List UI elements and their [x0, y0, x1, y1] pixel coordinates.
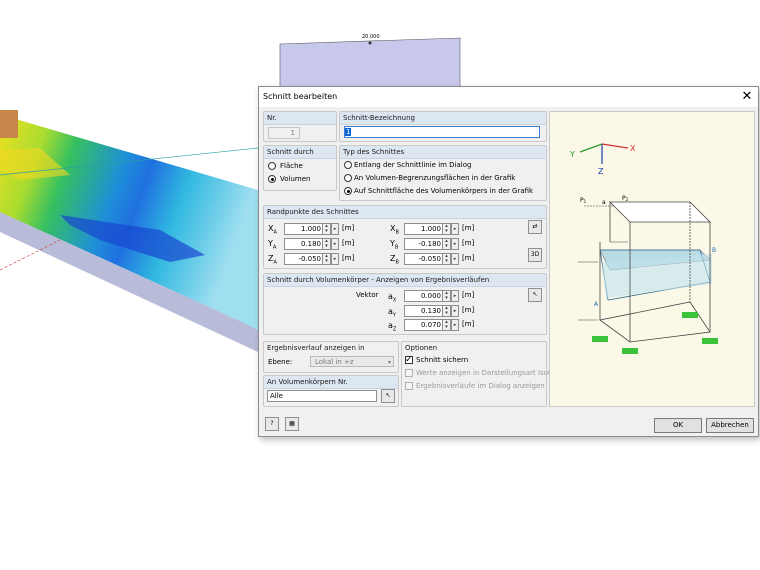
- axis-x-label: X: [630, 144, 636, 153]
- solids-group: An Volumenkörpern Nr. Alle ↖: [263, 375, 399, 407]
- az-pick-button[interactable]: ▸: [451, 319, 459, 331]
- yb-input[interactable]: -0.180: [404, 238, 444, 250]
- nr-label: Nr.: [267, 114, 277, 122]
- point-a-label: A: [594, 301, 599, 308]
- yb-pick-button[interactable]: ▸: [451, 238, 459, 250]
- radio-volume[interactable]: [268, 175, 276, 183]
- edit-section-dialog: Schnitt bearbeiten ✕ Nr. 1 Schnitt-Bezei…: [258, 86, 759, 437]
- ya-input[interactable]: 0.180: [284, 238, 324, 250]
- dialog-title: Schnitt bearbeiten: [263, 92, 338, 101]
- vector-label: Vektor: [356, 291, 379, 299]
- zb-spinner[interactable]: ▴ ▾: [442, 253, 451, 265]
- ay-input[interactable]: 0.130: [404, 305, 444, 317]
- radio-surface-label: Fläche: [280, 162, 303, 170]
- section-through-group: Schnitt durch Fläche Volumen: [263, 145, 337, 191]
- save-section-checkbox[interactable]: [405, 354, 413, 366]
- xa-input[interactable]: 1.000: [284, 223, 324, 235]
- ok-button[interactable]: OK: [654, 418, 702, 433]
- pick-solids-icon[interactable]: ↖: [381, 389, 395, 403]
- section-name-input[interactable]: 1: [344, 126, 540, 138]
- solids-input[interactable]: Alle: [267, 390, 377, 402]
- section-type-group: Typ des Schnittes Entlang der Schnittlin…: [339, 145, 547, 201]
- dialog-diagrams-label: Ergebnisverläufe im Dialog anzeigen: [416, 382, 545, 390]
- support-block: [0, 110, 18, 138]
- section-through-label: Schnitt durch: [267, 148, 314, 156]
- dialog-diagrams-checkbox[interactable]: [405, 382, 413, 390]
- isolines-label: Werte anzeigen in Darstellungsart Isolin…: [416, 369, 567, 377]
- save-section-label: Schnitt sichern: [416, 356, 469, 364]
- zb-input[interactable]: -0.050: [404, 253, 444, 265]
- xb-pick-button[interactable]: ▸: [451, 223, 459, 235]
- za-spinner[interactable]: ▴ ▾: [322, 253, 331, 265]
- za-pick-button[interactable]: ▸: [331, 253, 339, 265]
- za-input[interactable]: -0.050: [284, 253, 324, 265]
- axis-z-label: Z: [598, 167, 604, 176]
- pick-vector-icon[interactable]: ↖: [528, 288, 542, 302]
- radio-boundary-surfaces[interactable]: [344, 174, 352, 182]
- radio-section-plane[interactable]: [344, 187, 352, 195]
- section-type-label: Typ des Schnittes: [343, 148, 405, 156]
- units-icon[interactable]: ▦: [285, 417, 299, 431]
- options-label: Optionen: [405, 344, 438, 352]
- options-group: Optionen Schnitt sichern Werte anzeigen …: [401, 341, 567, 407]
- zb-pick-button[interactable]: ▸: [451, 253, 459, 265]
- ax-pick-button[interactable]: ▸: [451, 290, 459, 302]
- volume-section-group: Schnitt durch Volumenkörper - Anzeigen v…: [263, 273, 547, 335]
- radio-section-plane-label: Auf Schnittfläche des Volumenkörpers in …: [354, 187, 534, 195]
- nr-field: 1: [268, 127, 300, 139]
- cancel-button[interactable]: Abbrechen: [706, 418, 754, 433]
- radio-surface[interactable]: [268, 162, 276, 170]
- preview-panel: X Y Z P1 P2 a A B: [549, 111, 755, 407]
- p1-label: P1: [580, 197, 587, 204]
- pick-3d-icon[interactable]: 3D: [528, 248, 542, 262]
- plane-label: Ebene:: [268, 358, 293, 366]
- preview-diagram: X Y Z P1 P2 a A B: [569, 143, 718, 354]
- result-value-label: 20.000: [362, 34, 380, 40]
- close-icon[interactable]: ✕: [740, 89, 754, 104]
- yb-spinner[interactable]: ▴ ▾: [442, 238, 451, 250]
- solids-label: An Volumenkörpern Nr.: [267, 378, 348, 386]
- boundary-points-group: Randpunkte des Schnittes XA 1.000 ▴ ▾ ▸ […: [263, 205, 547, 269]
- xa-pick-button[interactable]: ▸: [331, 223, 339, 235]
- volume-section-label: Schnitt durch Volumenkörper - Anzeigen v…: [267, 276, 490, 284]
- xa-spinner[interactable]: ▴ ▾: [322, 223, 331, 235]
- boundary-points-label: Randpunkte des Schnittes: [267, 208, 359, 216]
- axis-y-label: Y: [569, 150, 575, 159]
- radio-along-line-label: Entlang der Schnittlinie im Dialog: [354, 161, 472, 169]
- swap-points-icon[interactable]: ⇄: [528, 220, 542, 234]
- isolines-checkbox[interactable]: [405, 369, 413, 377]
- az-input[interactable]: 0.070: [404, 319, 444, 331]
- ax-spinner[interactable]: ▴ ▾: [442, 290, 451, 302]
- result-diagram-label: Ergebnisverlauf anzeigen in: [267, 344, 365, 352]
- ya-pick-button[interactable]: ▸: [331, 238, 339, 250]
- ax-input[interactable]: 0.000: [404, 290, 444, 302]
- plane-select: Lokal in +z ▾: [310, 356, 394, 367]
- radio-along-line[interactable]: [344, 161, 352, 169]
- section-name-label: Schnitt-Bezeichnung: [343, 114, 415, 122]
- az-spinner[interactable]: ▴ ▾: [442, 319, 451, 331]
- dialog-titlebar: Schnitt bearbeiten ✕: [259, 87, 758, 107]
- xb-input[interactable]: 1.000: [404, 223, 444, 235]
- result-diagram-group: Ergebnisverlauf anzeigen in Ebene: Lokal…: [263, 341, 399, 373]
- ya-spinner[interactable]: ▴ ▾: [322, 238, 331, 250]
- help-icon[interactable]: ?: [265, 417, 279, 431]
- radio-volume-label: Volumen: [280, 175, 311, 183]
- p2-label: P2: [622, 195, 629, 202]
- point-b-label: B: [712, 247, 716, 254]
- ay-spinner[interactable]: ▴ ▾: [442, 305, 451, 317]
- radio-boundary-surfaces-label: An Volumen-Begrenzungsflächen in der Gra…: [354, 174, 516, 182]
- section-name-group: Schnitt-Bezeichnung 1: [339, 111, 547, 142]
- ay-pick-button[interactable]: ▸: [451, 305, 459, 317]
- xb-spinner[interactable]: ▴ ▾: [442, 223, 451, 235]
- nr-group: Nr. 1: [263, 111, 337, 142]
- a-vector-label: a: [602, 199, 606, 206]
